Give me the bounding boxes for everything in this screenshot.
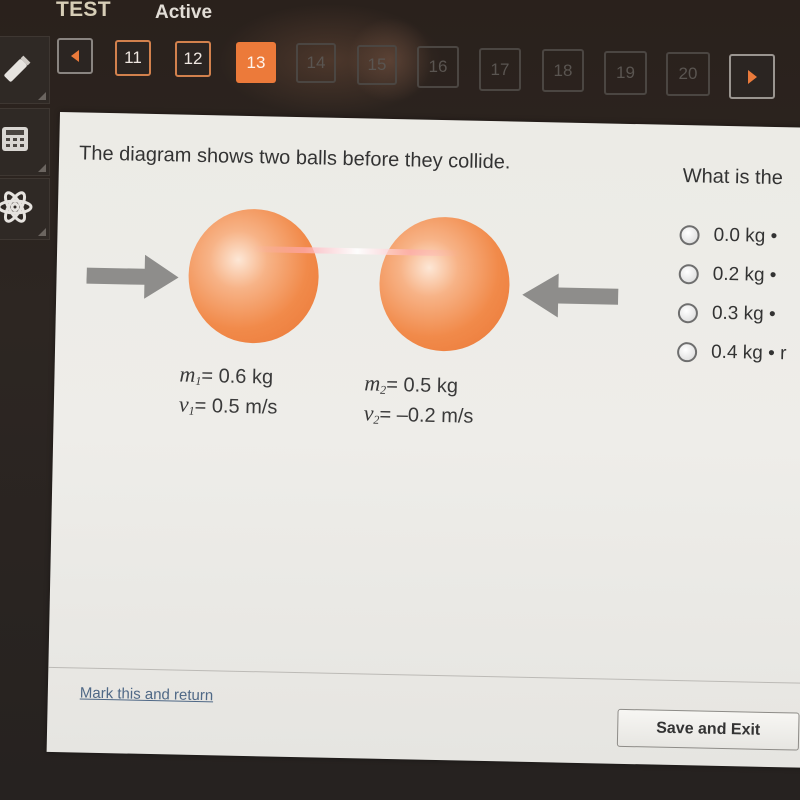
question-19-button[interactable]: 19 [604,51,647,95]
radio-button[interactable] [679,224,700,245]
answer-option[interactable]: 0.0 kg • [679,215,789,256]
expand-corner-icon [38,164,46,172]
question-15-button[interactable]: 15 [357,45,397,85]
atom-icon [0,191,33,223]
expand-corner-icon [38,228,46,236]
calculator-tool-button[interactable] [0,108,50,176]
previous-question-button[interactable] [57,38,93,74]
calculator-icon [2,127,28,151]
ball-2-mass: m2= 0.5 kg [364,370,459,398]
radio-button[interactable] [677,302,699,323]
footer-divider [48,666,800,684]
answer-option[interactable]: 0.2 kg • [678,254,788,295]
question-prompt: The diagram shows two balls before they … [78,142,511,174]
radio-button[interactable] [676,341,698,362]
question-12-button[interactable]: 12 [175,41,211,77]
question-17-button[interactable]: 17 [479,48,521,91]
mark-and-return-link[interactable]: Mark this and return [80,685,214,705]
chevron-right-icon [747,69,757,84]
test-title: TEST [56,0,111,21]
ball-2-values: m2= 0.5 kg v2= –0.2 m/s [363,370,474,433]
ball-1-mass: m1= 0.6 kg [179,361,274,389]
arrow-right-icon [86,254,179,299]
question-panel: The diagram shows two balls before they … [46,112,800,768]
answer-option[interactable]: 0.3 kg • [677,293,788,334]
ball-2 [378,215,511,353]
question-13-button[interactable]: 13 [236,42,276,83]
radio-button[interactable] [678,263,699,284]
question-14-button[interactable]: 14 [296,43,336,83]
ball-2-velocity: v2= –0.2 m/s [363,400,474,428]
pencil-icon [4,55,31,82]
question-text: What is the [682,165,784,190]
ball-1-velocity: v1= 0.5 m/s [178,391,278,419]
question-11-button[interactable]: 11 [115,40,151,76]
expand-corner-icon [38,92,46,100]
question-18-button[interactable]: 18 [542,49,584,92]
chevron-left-icon [71,50,79,62]
reference-tool-button[interactable] [0,178,50,240]
arrow-left-icon [522,273,619,318]
question-16-button[interactable]: 16 [417,46,459,88]
test-status: Active [155,2,213,23]
pencil-tool-button[interactable] [0,36,50,104]
answer-options: 0.0 kg • 0.2 kg • 0.3 kg • 0.4 kg • r [676,215,790,373]
question-20-button[interactable]: 20 [666,52,710,96]
answer-option[interactable]: 0.4 kg • r [676,332,787,373]
ball-1-values: m1= 0.6 kg v1= 0.5 m/s [178,361,279,425]
save-and-exit-button[interactable]: Save and Exit [616,708,800,751]
ball-1 [187,207,320,345]
collision-diagram [85,198,628,369]
next-question-button[interactable] [729,54,775,99]
